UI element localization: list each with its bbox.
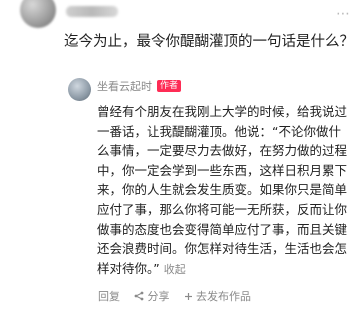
- question-author-name-blurred: [66, 6, 118, 17]
- question-text: 迄今为止，最令你醍醐灌顶的一句话是什么？: [64, 34, 354, 50]
- reply-username[interactable]: 坐看云起时: [97, 78, 152, 94]
- reply-author-avatar[interactable]: [68, 78, 91, 101]
- question-author-avatar[interactable]: [20, 0, 56, 28]
- more-options-icon[interactable]: ⋯: [336, 6, 350, 22]
- reply-text: 曾经有个朋友在我刚上大学的时候，给我说过一番话，让我醍醐灌顶。他说：“不论你做什…: [97, 104, 348, 276]
- reply-author-row: 坐看云起时 作者: [97, 78, 182, 94]
- share-icon: [134, 291, 144, 301]
- share-button[interactable]: 分享: [134, 288, 170, 304]
- reply-button[interactable]: 回复: [98, 288, 120, 304]
- share-label: 分享: [147, 290, 170, 303]
- plus-icon: [184, 293, 192, 300]
- reply-meta: 回复 分享 去发布作品: [98, 288, 251, 304]
- publish-works-button[interactable]: 去发布作品: [184, 288, 251, 304]
- collapse-link[interactable]: 收起: [164, 263, 186, 276]
- author-badge: 作者: [157, 80, 182, 92]
- reply-body: 曾经有个朋友在我刚上大学的时候，给我说过一番话，让我醍醐灌顶。他说：“不论你做什…: [97, 102, 347, 279]
- publish-works-label: 去发布作品: [196, 290, 251, 303]
